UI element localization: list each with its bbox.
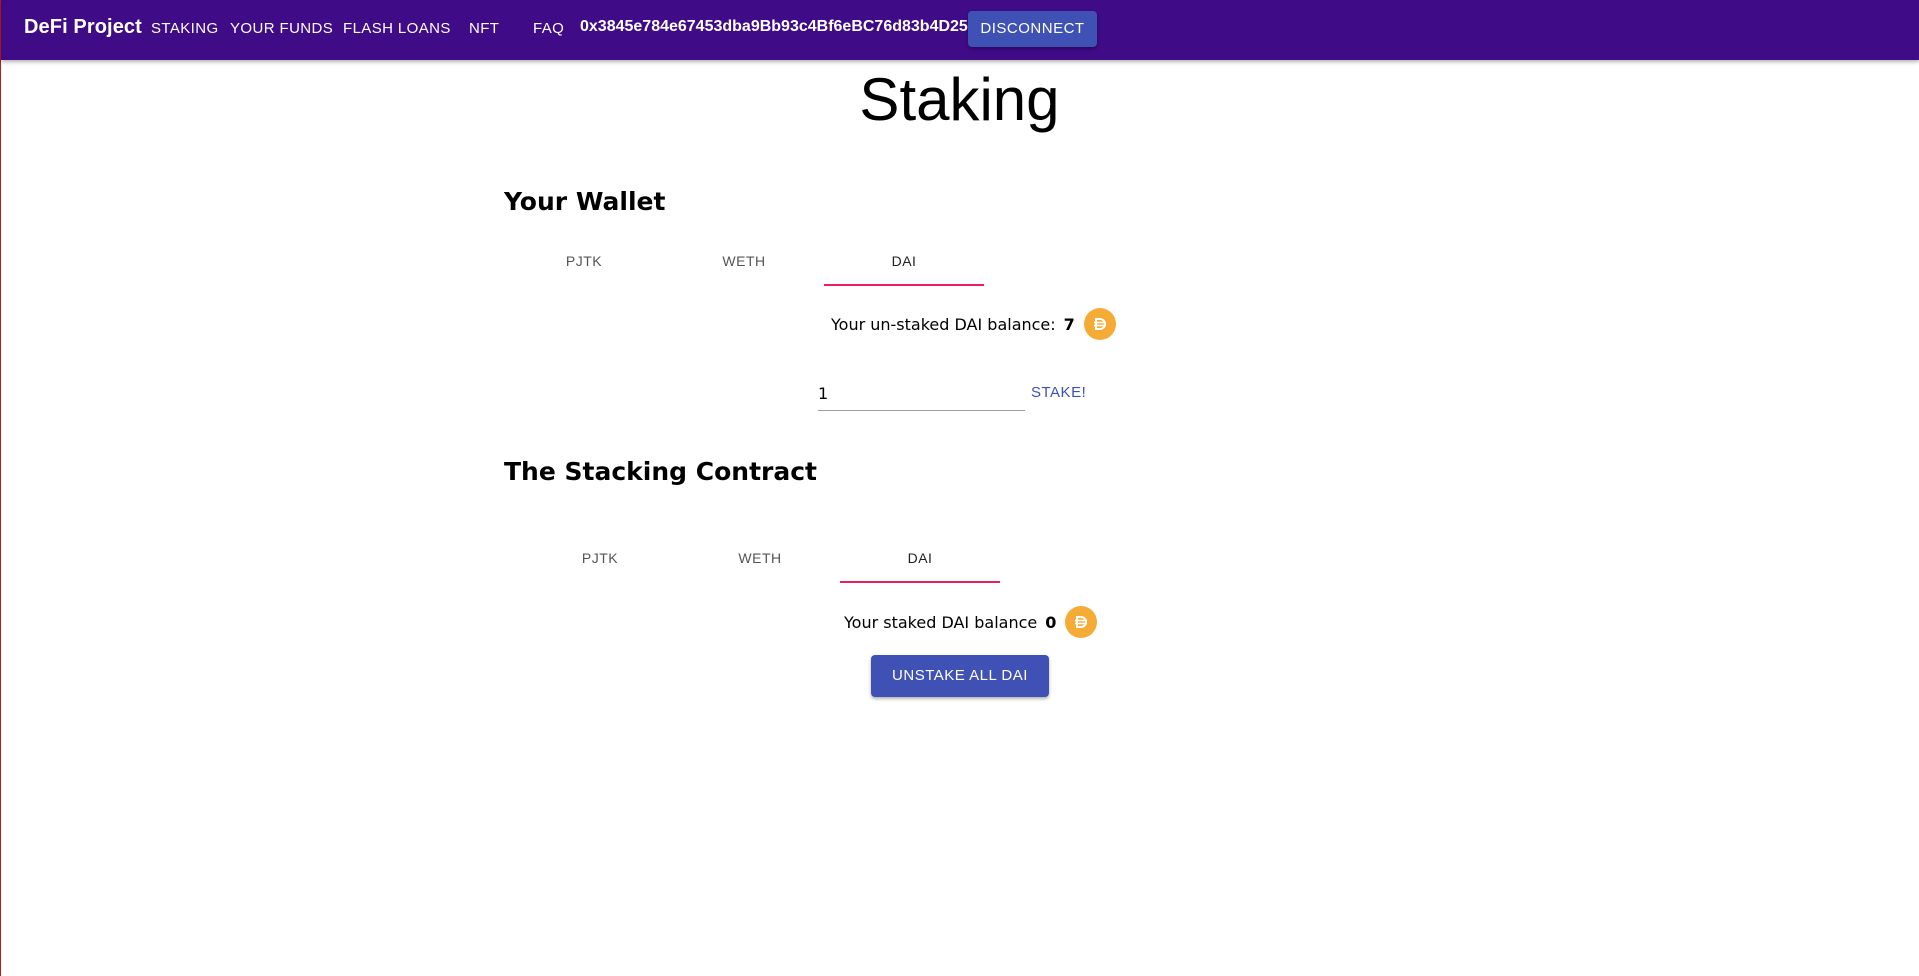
- window-left-border: [0, 0, 1, 976]
- contract-tab-weth[interactable]: WETH: [680, 535, 840, 581]
- wallet-address: 0x3845e784e67453dba9Bb93c4Bf6eBC76d83b4D…: [580, 18, 968, 35]
- brand-title[interactable]: DeFi Project: [24, 16, 142, 39]
- disconnect-button[interactable]: DISCONNECT: [968, 11, 1097, 47]
- contract-tab-indicator: [840, 581, 1000, 583]
- stake-button[interactable]: STAKE!: [1031, 382, 1086, 404]
- wallet-token-tabs: PJTK WETH DAI: [504, 238, 984, 286]
- nav-flash-loans[interactable]: FLASH LOANS: [343, 20, 451, 37]
- nav-faq[interactable]: FAQ: [533, 20, 564, 37]
- unstake-all-button[interactable]: UNSTAKE ALL DAI: [871, 655, 1049, 697]
- wallet-tab-dai[interactable]: DAI: [824, 238, 984, 284]
- staked-balance-value: 0: [1045, 612, 1057, 632]
- unstaked-balance-value: 7: [1063, 314, 1075, 334]
- contract-balance-row: Your staked DAI balance 0: [844, 606, 1098, 638]
- stake-amount-input[interactable]: [818, 378, 1025, 408]
- wallet-tab-indicator: [824, 284, 984, 286]
- wallet-balance-row: Your un-staked DAI balance: 7: [831, 308, 1116, 340]
- nav-staking[interactable]: STAKING: [151, 20, 219, 37]
- unstaked-balance-label: Your un-staked DAI balance:: [831, 314, 1056, 334]
- contract-section-title: The Stacking Contract: [504, 457, 817, 486]
- contract-token-tabs: PJTK WETH DAI: [520, 535, 1000, 583]
- wallet-tab-pjtk[interactable]: PJTK: [504, 238, 664, 284]
- contract-tab-dai[interactable]: DAI: [840, 535, 1000, 581]
- app-header: DeFi Project STAKING YOUR FUNDS FLASH LO…: [1, 0, 1919, 60]
- dai-coin-icon: [1065, 606, 1098, 638]
- nav-nft[interactable]: NFT: [469, 20, 499, 37]
- stake-amount-field: [818, 378, 1025, 411]
- nav-your-funds[interactable]: YOUR FUNDS: [230, 20, 333, 37]
- wallet-tab-weth[interactable]: WETH: [664, 238, 824, 284]
- contract-tab-pjtk[interactable]: PJTK: [520, 535, 680, 581]
- dai-coin-icon: [1083, 308, 1116, 340]
- page-title: Staking: [859, 66, 1060, 133]
- wallet-section-title: Your Wallet: [504, 187, 666, 216]
- staked-balance-label: Your staked DAI balance: [844, 612, 1038, 632]
